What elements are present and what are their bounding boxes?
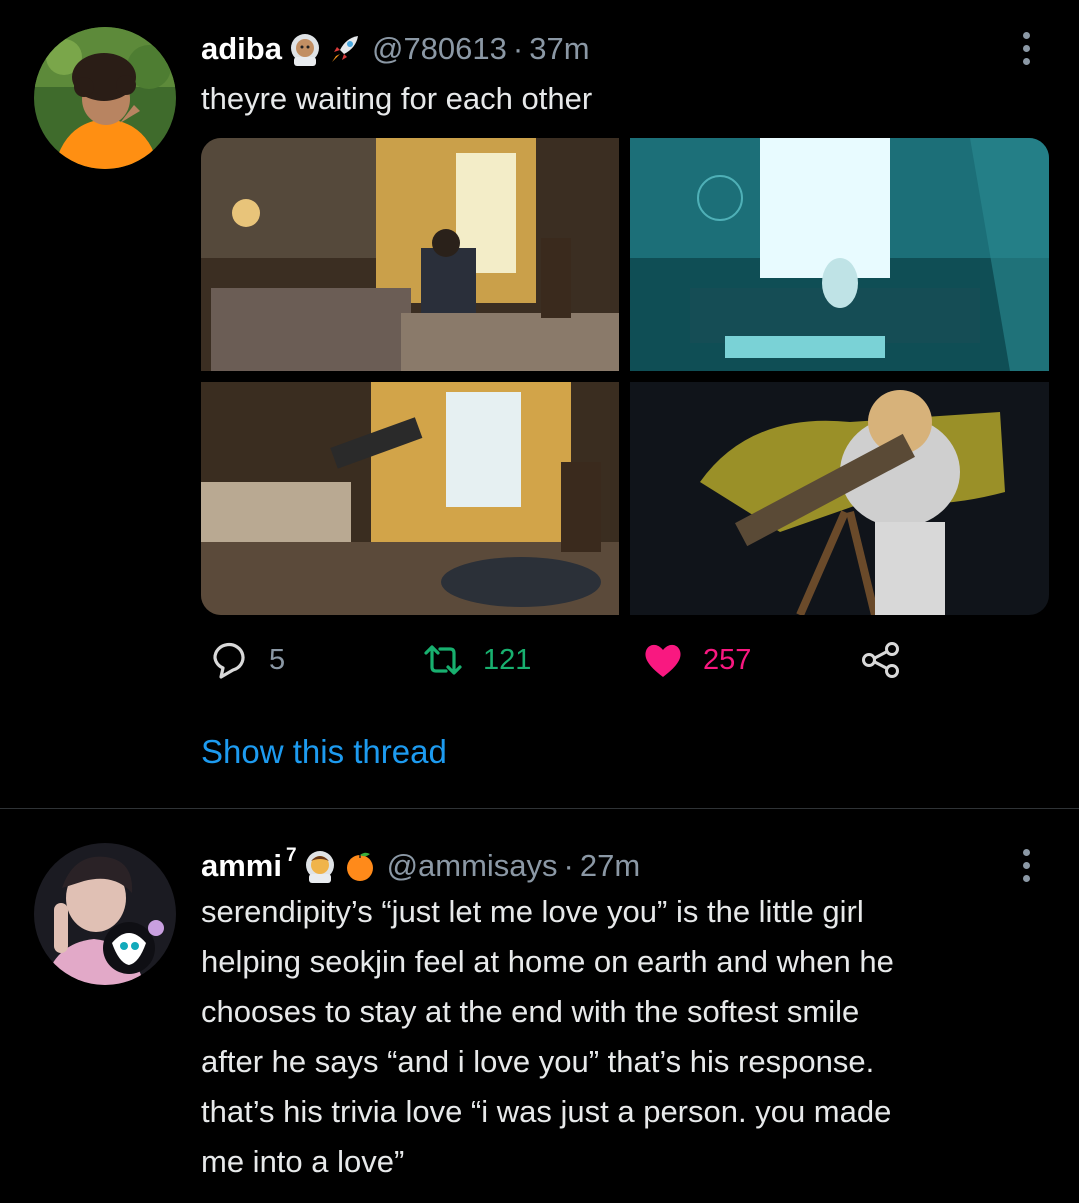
separator-dot: · <box>563 848 574 883</box>
like-count: 257 <box>703 643 752 676</box>
tweet-text-line: that’s his trivia love “i was just a per… <box>201 1094 892 1129</box>
like-button[interactable]: 257 <box>641 636 751 684</box>
reply-button[interactable]: 5 <box>207 636 285 684</box>
tweet-header: ammi 7 @ammisays · 27m <box>201 845 640 887</box>
user-handle[interactable]: @ammisays <box>387 848 558 884</box>
rocket-emoji <box>328 32 362 66</box>
share-button[interactable] <box>859 636 903 684</box>
tweet[interactable]: ammi 7 @ammisays · 27m serendipity’s “ju… <box>0 809 1079 1203</box>
tweet-text-line: me into a love” <box>201 1144 405 1179</box>
boy-telescope-photo[interactable] <box>630 382 1049 615</box>
astronaut-emoji <box>303 849 337 883</box>
avatar[interactable] <box>34 27 176 169</box>
tweet-text-line: helping seokjin feel at home on earth an… <box>201 944 894 979</box>
retweet-icon <box>421 638 465 682</box>
astronaut-emoji <box>288 32 322 66</box>
more-options-icon[interactable] <box>1023 32 1031 65</box>
bedroom-telescope-photo[interactable] <box>201 138 619 371</box>
timestamp[interactable]: 27m <box>580 848 640 884</box>
teal-room-photo[interactable] <box>630 138 1049 371</box>
avatar[interactable] <box>34 843 176 985</box>
display-name[interactable]: adiba <box>201 31 282 67</box>
retweet-count: 121 <box>483 643 532 676</box>
tweet-header: adiba @780613 · 37m <box>201 28 590 70</box>
retweet-button[interactable]: 121 <box>421 636 531 684</box>
tweet-text-line: chooses to stay at the end with the soft… <box>201 994 860 1029</box>
reply-icon <box>207 638 251 682</box>
tweet[interactable]: adiba @780613 · 37m theyre waiting for e… <box>0 0 1079 808</box>
media-grid <box>201 138 1049 615</box>
tweet-text-line: serendipity’s “just let me love you” is … <box>201 894 864 929</box>
user-handle[interactable]: @780613 <box>372 31 507 67</box>
telescope-bedroom-photo[interactable] <box>201 382 619 615</box>
tweet-actions: 5 121 257 <box>201 636 921 684</box>
display-name[interactable]: ammi <box>201 848 282 884</box>
tweet-text: theyre waiting for each other <box>201 81 593 116</box>
more-options-icon[interactable] <box>1023 849 1031 882</box>
separator-dot: · <box>512 31 524 66</box>
name-superscript: 7 <box>285 845 297 866</box>
orange-emoji <box>343 849 377 883</box>
reply-count: 5 <box>269 643 286 676</box>
tweet-text-line: after he says “and i love you” that’s hi… <box>201 1044 875 1079</box>
heart-icon <box>641 638 685 682</box>
timestamp[interactable]: 37m <box>529 31 589 67</box>
show-thread-link[interactable]: Show this thread <box>201 733 447 771</box>
tweet-text: serendipity’s “just let me love you” is … <box>201 887 1041 1187</box>
share-icon <box>859 638 903 682</box>
